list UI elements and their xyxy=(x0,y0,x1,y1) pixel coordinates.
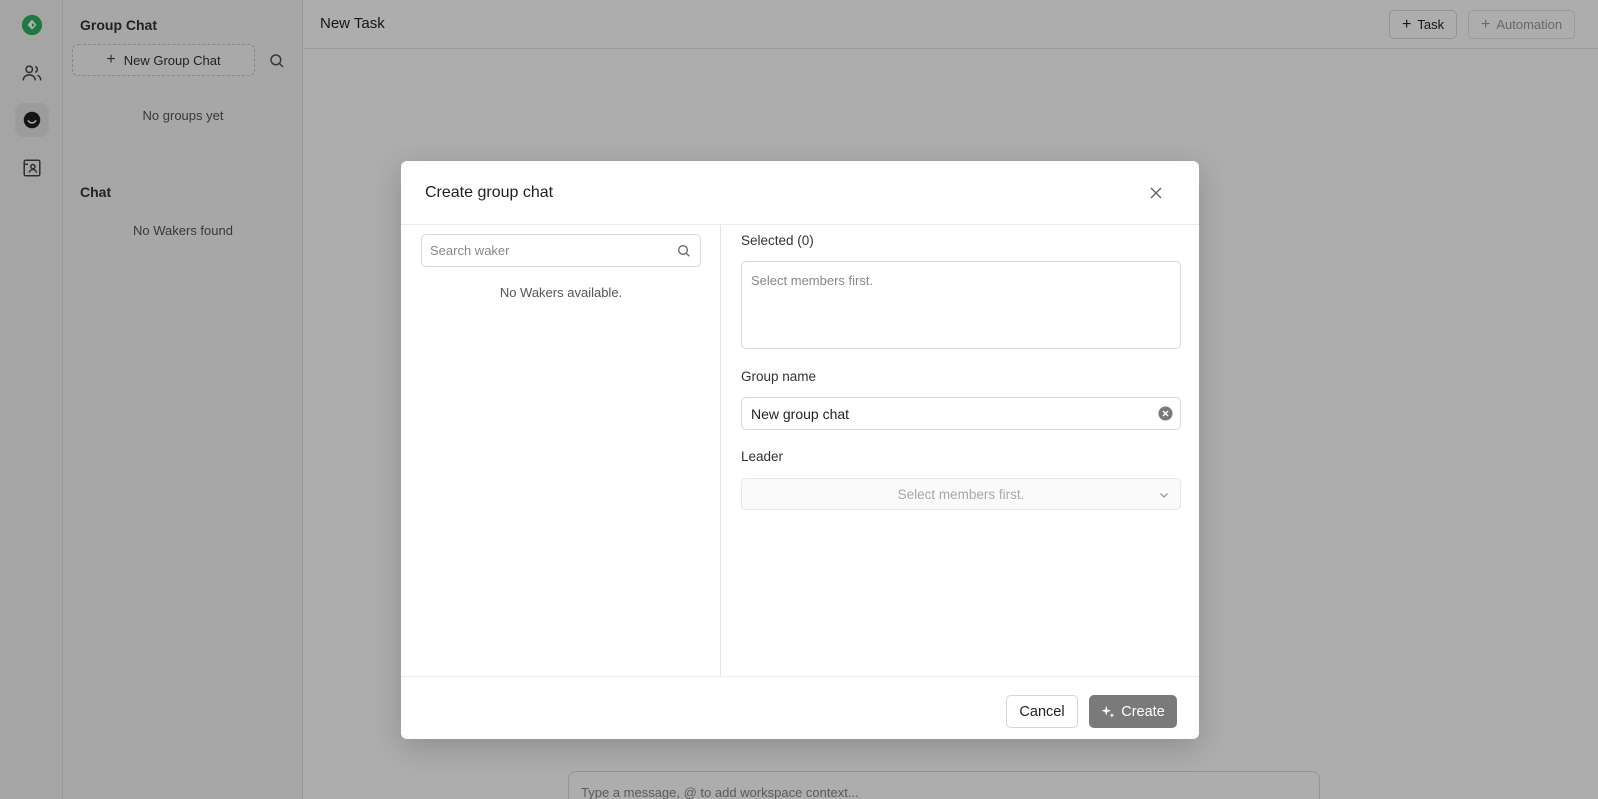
leader-placeholder: Select members first. xyxy=(897,486,1025,502)
group-name-field[interactable] xyxy=(741,397,1181,430)
divider xyxy=(720,225,721,676)
create-label: Create xyxy=(1121,703,1165,720)
selected-members-box: Select members first. xyxy=(741,261,1181,349)
divider xyxy=(401,224,1199,225)
clear-icon[interactable] xyxy=(1158,406,1173,421)
close-icon xyxy=(1150,187,1162,199)
no-wakers-available: No Wakers available. xyxy=(499,285,623,300)
search-icon xyxy=(678,245,690,257)
group-name-input[interactable] xyxy=(751,398,1151,429)
dialog-title: Create group chat xyxy=(425,184,554,201)
close-button[interactable] xyxy=(1147,184,1165,202)
leader-label: Leader xyxy=(741,449,784,464)
leader-select[interactable]: Select members first. xyxy=(741,478,1181,510)
selected-placeholder: Select members first. xyxy=(751,273,874,288)
search-waker-field[interactable] xyxy=(421,234,701,267)
cancel-button[interactable]: Cancel xyxy=(1006,695,1078,728)
create-group-chat-dialog: Create group chat No Wakers available. S… xyxy=(401,161,1199,739)
search-waker-input[interactable] xyxy=(430,235,670,266)
chevron-down-icon xyxy=(1160,493,1168,498)
selected-label: Selected (0) xyxy=(741,233,814,248)
divider xyxy=(401,676,1199,677)
sparkle-icon xyxy=(1101,705,1115,718)
group-name-label: Group name xyxy=(741,369,817,384)
create-button[interactable]: Create xyxy=(1089,695,1177,728)
app-root: Group Chat + New Group Chat No groups ye… xyxy=(0,0,1598,799)
